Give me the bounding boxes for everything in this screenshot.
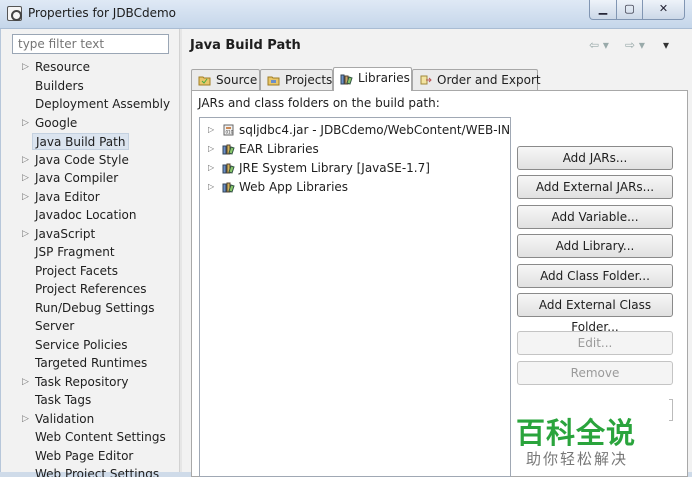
filter-input[interactable]	[12, 34, 169, 54]
tree-item[interactable]: Deployment Assembly	[35, 96, 170, 113]
tab-projects-label: Projects	[285, 73, 333, 87]
tree-item[interactable]: Run/Debug Settings	[35, 300, 155, 317]
remove-button[interactable]: Remove	[517, 361, 673, 385]
tree-item[interactable]: JSP Fragment	[35, 244, 115, 261]
forward-nav-button[interactable]: ⇨ ▾	[625, 38, 645, 52]
tree-item[interactable]: Java Compiler	[35, 170, 118, 187]
order-export-icon	[420, 75, 432, 85]
tree-item[interactable]: Javadoc Location	[35, 207, 136, 224]
expand-arrow-icon[interactable]: ▷	[22, 170, 30, 187]
library-icon	[222, 182, 235, 193]
expand-arrow-icon[interactable]: ▷	[208, 159, 214, 177]
migrate-button-edge	[669, 399, 673, 421]
tree-item[interactable]: Web Page Editor	[35, 448, 133, 465]
maximize-button[interactable]: ▢	[616, 0, 643, 20]
tab-order-and-export-label: Order and Export	[437, 73, 541, 87]
tree-item[interactable]: Java Editor	[35, 189, 100, 206]
projects-icon	[267, 76, 280, 86]
build-path-heading: JARs and class folders on the build path…	[198, 96, 440, 110]
jar-icon: 010	[223, 124, 234, 136]
add-class-folder-button[interactable]: Add Class Folder...	[517, 264, 673, 288]
build-path-entries-list[interactable]: ▷ 010 sqljdbc4.jar - JDBCdemo/WebContent…	[199, 117, 511, 477]
expand-arrow-icon[interactable]: ▷	[208, 140, 214, 158]
tree-item[interactable]: Google	[35, 115, 77, 132]
source-folder-icon	[198, 76, 211, 86]
add-external-class-folder-button[interactable]: Add External Class Folder...	[517, 293, 673, 334]
expand-arrow-icon[interactable]: ▷	[22, 59, 30, 76]
tab-libraries-label: Libraries	[358, 71, 410, 85]
view-menu-button[interactable]: ▾	[663, 38, 669, 52]
tree-item[interactable]: Task Tags	[35, 392, 91, 409]
dialog-client: ▷ Resource BuildersDeployment Assembly ▷ Goo…	[0, 29, 692, 477]
expand-arrow-icon[interactable]: ▷	[22, 152, 30, 169]
tab-source[interactable]: Source	[191, 69, 260, 90]
svg-text:010: 010	[226, 130, 234, 135]
tree-item[interactable]: Validation	[35, 411, 94, 428]
library-icon	[222, 144, 235, 155]
panel-sash[interactable]	[179, 29, 182, 472]
entry-label: Web App Libraries	[239, 180, 349, 194]
expand-arrow-icon[interactable]: ▷	[22, 374, 30, 391]
tree-item[interactable]: Java Build Path	[32, 133, 130, 150]
expand-arrow-icon[interactable]: ▷	[208, 178, 214, 196]
add-jars-button[interactable]: Add JARs...	[517, 146, 673, 170]
tree-item[interactable]: Java Code Style	[35, 152, 129, 169]
expand-arrow-icon[interactable]: ▷	[208, 121, 214, 139]
add-external-jars-button[interactable]: Add External JARs...	[517, 175, 673, 199]
title-bar: Properties for JDBCdemo ▁ ▢ ✕	[0, 0, 692, 29]
entry-label: sqljdbc4.jar - JDBCdemo/WebContent/WEB-I…	[239, 123, 511, 137]
tab-source-label: Source	[216, 73, 258, 87]
entry-label: EAR Libraries	[239, 142, 319, 156]
tree-item[interactable]: Server	[35, 318, 74, 335]
eclipse-app-icon	[7, 6, 22, 21]
library-icon	[222, 163, 235, 174]
close-button[interactable]: ✕	[642, 0, 685, 20]
expand-arrow-icon[interactable]: ▷	[22, 226, 30, 243]
tree-item[interactable]: Project Facets	[35, 263, 118, 280]
tab-order-and-export[interactable]: Order and Export	[412, 69, 541, 90]
tree-item[interactable]: Web Content Settings	[35, 429, 166, 446]
watermark-subtitle: 助你轻松解决	[526, 450, 629, 468]
tree-item[interactable]: Project References	[35, 281, 147, 298]
tree-item[interactable]: Targeted Runtimes	[35, 355, 147, 372]
tab-projects[interactable]: Projects	[260, 69, 333, 90]
watermark-title: 百科全说	[516, 416, 637, 450]
expand-arrow-icon[interactable]: ▷	[22, 411, 30, 428]
window-title: Properties for JDBCdemo	[28, 6, 176, 20]
minimize-button[interactable]: ▁	[589, 0, 617, 20]
entry-label: JRE System Library [JavaSE-1.7]	[239, 161, 430, 175]
add-library-button[interactable]: Add Library...	[517, 234, 673, 258]
property-page-tree: ▷ Resource Builders Deployment Assembly ▷ Goo…	[1, 57, 179, 477]
tab-libraries[interactable]: Libraries	[333, 67, 412, 91]
add-variable-button[interactable]: Add Variable...	[517, 205, 673, 229]
page-title: Java Build Path	[190, 38, 301, 53]
tree-item[interactable]: Builders	[35, 78, 84, 95]
libraries-icon	[340, 74, 353, 85]
edit-button[interactable]: Edit...	[517, 331, 673, 355]
back-nav-button[interactable]: ⇦ ▾	[589, 38, 609, 52]
tree-item[interactable]: Task Repository	[35, 374, 129, 391]
tree-item[interactable]: Service Policies	[35, 337, 128, 354]
tree-item[interactable]: JavaScript	[35, 226, 95, 243]
expand-arrow-icon[interactable]: ▷	[22, 189, 30, 206]
tree-item[interactable]: Resource	[35, 59, 90, 76]
expand-arrow-icon[interactable]: ▷	[22, 115, 30, 132]
